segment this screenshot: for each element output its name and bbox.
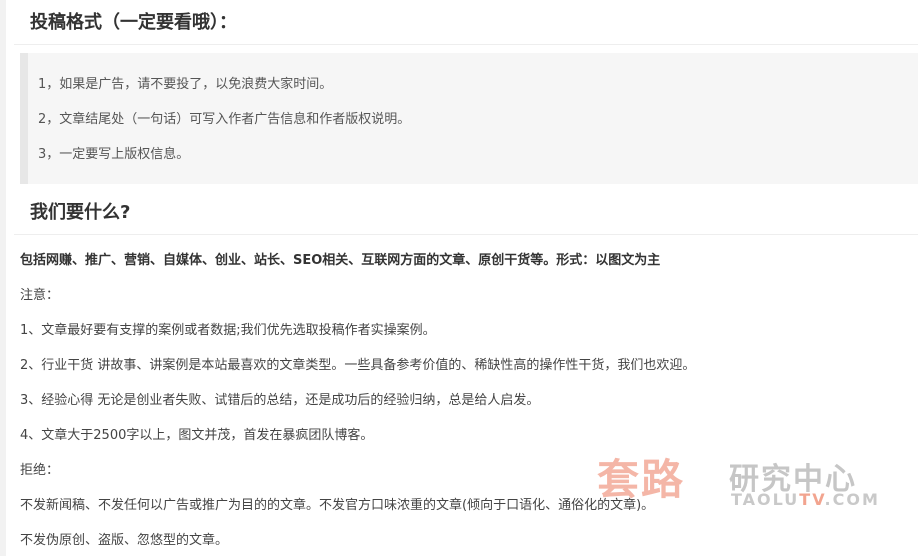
note-item: 3、经验心得 无论是创业者失败、试错后的总结，还是成功后的经验归纳，总是给人启发… (20, 393, 540, 408)
reject-item: 不发新闻稿、不发任何以广告或推广为目的的文章。不发官方口味浓重的文章(倾向于口语… (20, 498, 655, 513)
reject-item: 不发伪原创、盗版、忽悠型的文章。 (20, 533, 229, 548)
reject-label: 拒绝： (20, 463, 60, 478)
note-item: 1、文章最好要有支撑的案例或者数据;我们优先选取投稿作者实操案例。 (20, 323, 436, 338)
submission-rules-quote: 1，如果是广告，请不要投了，以免浪费大家时间。 2，文章结尾处（一句话）可写入作… (20, 53, 918, 184)
left-gutter-rule (0, 0, 6, 556)
rule-item: 2，文章结尾处（一句话）可写入作者广告信息和作者版权说明。 (38, 112, 411, 127)
note-label: 注意： (20, 288, 60, 303)
rule-item: 1，如果是广告，请不要投了，以免浪费大家时间。 (38, 77, 333, 92)
section-heading-submission-format: 投稿格式（一定要看哦）： (14, 4, 918, 45)
topics-intro: 包括网赚、推广、营销、自媒体、创业、站长、SEO相关、互联网方面的文章、原创干货… (20, 253, 661, 268)
section-heading-what-we-want: 我们要什么? (14, 194, 918, 235)
rule-item: 3，一定要写上版权信息。 (38, 147, 190, 162)
note-item: 2、行业干货 讲故事、讲案例是本站最喜欢的文章类型。一些具备参考价值的、稀缺性高… (20, 358, 696, 373)
note-item: 4、文章大于2500字以上，图文并茂，首发在暴疯团队博客。 (20, 428, 374, 443)
